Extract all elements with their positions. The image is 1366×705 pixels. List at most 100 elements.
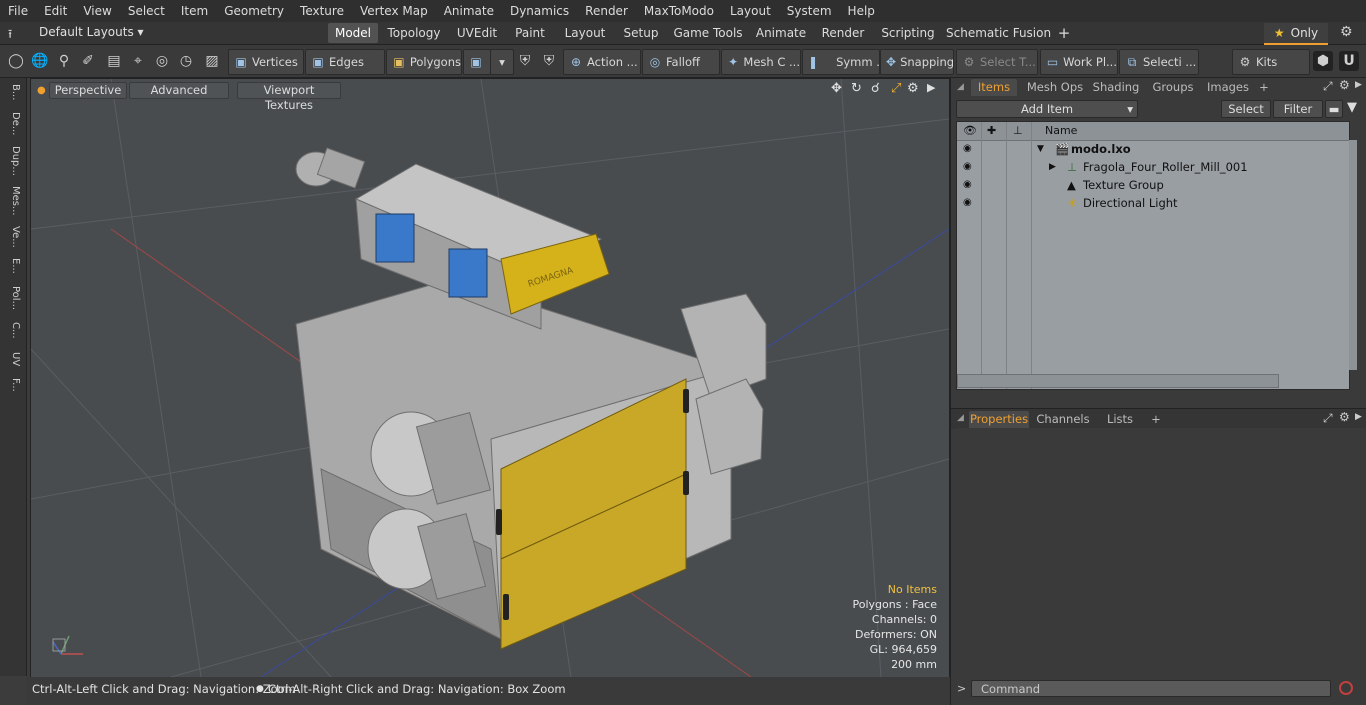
tab-items[interactable]: Items — [971, 79, 1017, 96]
menu-file[interactable]: File — [0, 0, 36, 22]
tab-groups[interactable]: Groups — [1149, 79, 1197, 96]
vtab-vertex[interactable]: Ve... — [3, 226, 21, 248]
zoom-view-icon[interactable]: ☌ — [871, 81, 880, 96]
vertical-scrollbar[interactable] — [1349, 140, 1357, 370]
layout-arrow-icon[interactable]: ⭱ — [8, 25, 12, 46]
visibility-column-icon[interactable]: 👁 — [963, 124, 977, 137]
edges-button[interactable]: ▣ Edges — [305, 49, 385, 75]
tab-schematic-fusion[interactable]: Schematic Fusion — [946, 23, 1051, 43]
menu-texture[interactable]: Texture — [292, 0, 352, 22]
menu-dynamics[interactable]: Dynamics — [502, 0, 577, 22]
default-layouts-dropdown[interactable]: Default Layouts ▾ — [39, 25, 144, 39]
horizontal-scrollbar[interactable] — [957, 374, 1279, 388]
advanced-dropdown[interactable]: Advanced — [129, 82, 229, 99]
rotate-view-icon[interactable]: ↻ — [851, 81, 862, 96]
vertices-button[interactable]: ▣ Vertices — [228, 49, 304, 75]
vtab-duplicate[interactable]: Dup... — [3, 146, 21, 176]
vtab-fusion[interactable]: F... — [3, 378, 21, 392]
vtab-curve[interactable]: C... — [3, 322, 21, 339]
vtab-polygon[interactable]: Pol... — [3, 286, 21, 310]
menu-vertex-map[interactable]: Vertex Map — [352, 0, 436, 22]
timer-icon[interactable]: ◷ — [176, 51, 196, 71]
menu-geometry[interactable]: Geometry — [216, 0, 292, 22]
work-plane-button[interactable]: ▭ Work Pl... — [1040, 49, 1118, 75]
symmetry-button[interactable]: ❚ Symm ... — [802, 49, 880, 75]
props-gear-icon[interactable]: ⚙ — [1339, 410, 1350, 424]
tab-shading[interactable]: Shading — [1089, 79, 1143, 96]
tab-topology[interactable]: Topology — [382, 23, 446, 43]
menu-select[interactable]: Select — [120, 0, 173, 22]
lock-column-icon[interactable]: ✚ — [987, 124, 996, 137]
type-column-icon[interactable]: ⊥ — [1013, 124, 1023, 137]
filter-button[interactable]: Filter — [1273, 100, 1323, 118]
item-row-modo-lxo[interactable]: ◉ ▼ 🎬 modo.lxo — [957, 140, 1349, 158]
add-tab-icon[interactable]: + — [1054, 23, 1074, 43]
expand-arrow-icon[interactable]: ▶ — [1049, 158, 1056, 176]
menu-layout[interactable]: Layout — [722, 0, 779, 22]
collapse-arrow-icon[interactable]: ▼ — [1037, 140, 1044, 158]
select-through-button[interactable]: ⚙ Select T... — [956, 49, 1038, 75]
name-column-header[interactable]: Name — [1045, 124, 1077, 137]
expand-panel-icon[interactable]: ⤢ — [1323, 79, 1333, 94]
tab-setup[interactable]: Setup — [618, 23, 664, 43]
item-row-mesh[interactable]: ◉ ▶ ⊥ Fragola_Four_Roller_Mill_001 — [957, 158, 1349, 176]
menu-edit[interactable]: Edit — [36, 0, 75, 22]
snapping-button[interactable]: ✥ Snapping — [880, 49, 954, 75]
modo-logo-icon[interactable]: ⬢ — [1313, 51, 1333, 71]
tab-game-tools[interactable]: Game Tools — [670, 23, 746, 43]
item-row-texture-group[interactable]: ◉ ▲ Texture Group — [957, 176, 1349, 194]
menu-animate[interactable]: Animate — [436, 0, 502, 22]
menu-help[interactable]: Help — [840, 0, 883, 22]
vtab-deform[interactable]: De... — [3, 112, 21, 135]
menu-maxtomodo[interactable]: MaxToModo — [636, 0, 722, 22]
vtab-edge[interactable]: E... — [3, 258, 21, 274]
tab-images[interactable]: Images — [1203, 79, 1253, 96]
viewport-gear-icon[interactable]: ⚙ — [907, 81, 919, 96]
eye-icon[interactable]: ◉ — [963, 144, 973, 154]
viewport-textures-dropdown[interactable]: Viewport Textures — [237, 82, 341, 112]
brush-icon[interactable]: ✐ — [78, 51, 98, 71]
menu-view[interactable]: View — [75, 0, 119, 22]
tab-animate[interactable]: Animate — [752, 23, 810, 43]
mesh-constraint-button[interactable]: ✦ Mesh C ... — [721, 49, 801, 75]
tab-mesh-ops[interactable]: Mesh Ops — [1023, 79, 1087, 96]
item-row-directional-light[interactable]: ◉ ☀ Directional Light — [957, 194, 1349, 212]
collapse-icon[interactable]: ▬ — [1325, 100, 1343, 118]
eye-icon[interactable]: ◉ — [963, 162, 973, 172]
polygons-button[interactable]: ▣ Polygons — [386, 49, 462, 75]
tab-layout[interactable]: Layout — [556, 23, 614, 43]
tab-scripting[interactable]: Scripting — [878, 23, 938, 43]
add-panel-tab-icon[interactable]: + — [1257, 79, 1271, 96]
tab-uvedit[interactable]: UVEdit — [450, 23, 504, 43]
only-toggle[interactable]: ★ Only — [1264, 23, 1328, 45]
select-button[interactable]: Select — [1221, 100, 1271, 118]
vtab-basic[interactable]: B... — [3, 84, 21, 100]
maximize-view-icon[interactable]: ⤢ — [891, 81, 901, 96]
pen-icon[interactable]: ⚲ — [54, 51, 74, 71]
kits-button[interactable]: ⚙ Kits — [1232, 49, 1310, 75]
add-props-tab-icon[interactable]: + — [1149, 411, 1163, 428]
tab-paint[interactable]: Paint — [508, 23, 552, 43]
items-arrow-icon[interactable]: ▶ — [1355, 80, 1362, 90]
menu-system[interactable]: System — [779, 0, 840, 22]
crosshair-icon[interactable]: ⌖ — [128, 51, 148, 71]
tab-model[interactable]: Model — [328, 23, 378, 43]
tab-render[interactable]: Render — [816, 23, 870, 43]
perspective-dropdown[interactable]: Perspective — [49, 82, 127, 99]
target-icon[interactable]: ◎ — [152, 51, 172, 71]
item-mode-button[interactable]: ▣ — [463, 49, 491, 75]
falloff-button[interactable]: ◎ Falloff — [642, 49, 720, 75]
unreal-logo-icon[interactable]: U — [1339, 51, 1359, 71]
tab-lists[interactable]: Lists — [1097, 411, 1143, 428]
props-arrow-icon[interactable]: ▶ — [1355, 412, 1362, 422]
items-gear-icon[interactable]: ⚙ — [1339, 78, 1350, 92]
gear-icon[interactable]: ⚙ — [1340, 24, 1353, 40]
vtab-uv[interactable]: UV — [3, 352, 21, 366]
eye-icon[interactable]: ◉ — [963, 180, 973, 190]
globe-icon[interactable]: 🌐 — [30, 51, 50, 71]
expand-props-icon[interactable]: ⤢ — [1323, 411, 1333, 426]
command-input[interactable]: Command — [971, 680, 1331, 697]
stack-icon[interactable]: ▤ — [104, 51, 124, 71]
funnel-icon[interactable]: ▼ — [1347, 100, 1357, 115]
selection-sets-button[interactable]: ⧉ Selecti ... — [1119, 49, 1199, 75]
